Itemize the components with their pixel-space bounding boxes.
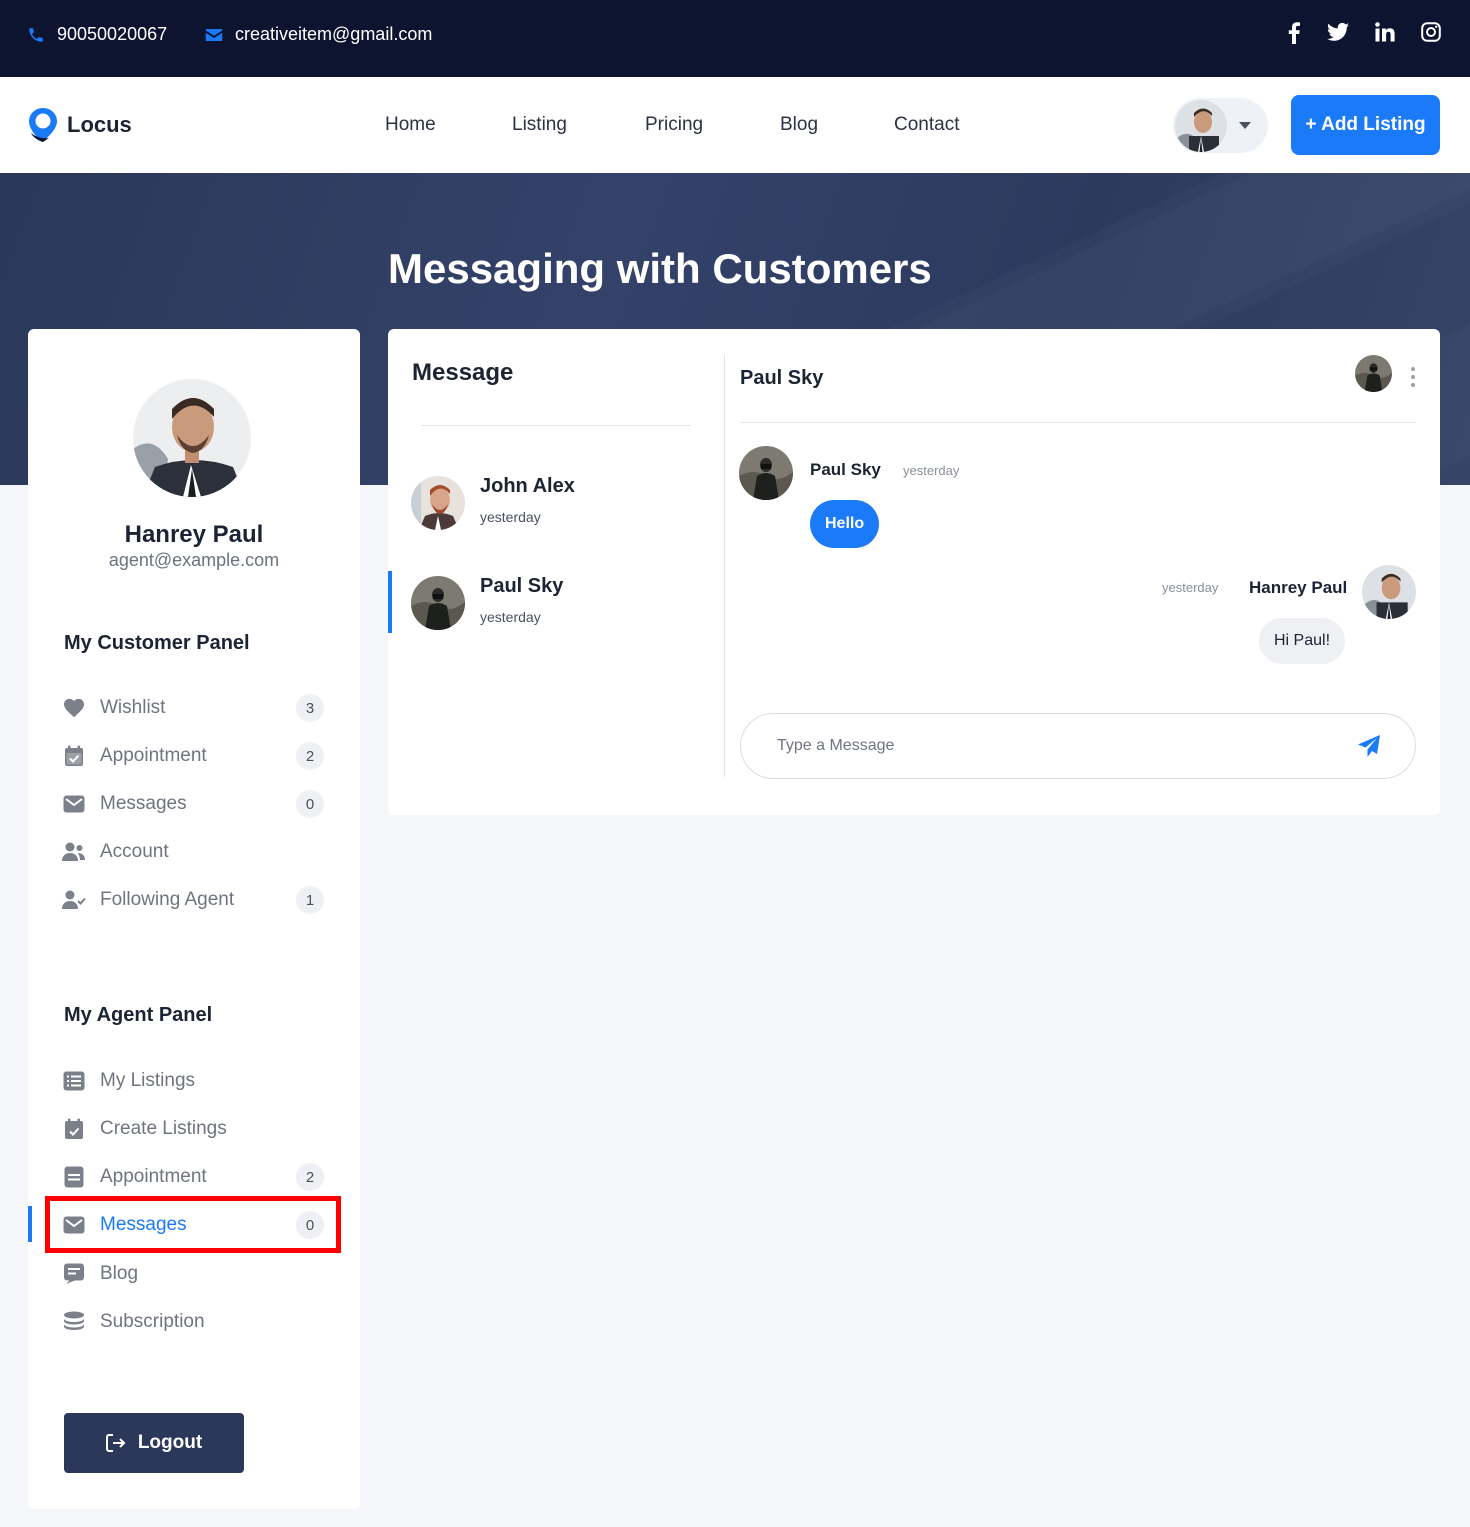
twitter-icon[interactable]	[1327, 22, 1349, 44]
sidebar-item-label: Appointment	[100, 1166, 207, 1187]
dashboard-sidebar: Hanrey Paul agent@example.com My Custome…	[28, 329, 360, 1509]
message-bubble-incoming: Hello	[810, 500, 880, 548]
contact-timestamp: yesterday	[480, 509, 541, 525]
customer-panel-title: My Customer Panel	[64, 632, 250, 654]
facebook-icon[interactable]	[1283, 22, 1305, 44]
conversation-item-active[interactable]: Paul Sky yesterday	[388, 571, 718, 633]
envelope-icon	[205, 28, 223, 41]
heart-icon	[62, 696, 86, 720]
divider	[740, 422, 1416, 423]
avatar	[1362, 565, 1416, 619]
message-bubble-outgoing: Hi Paul!	[1259, 618, 1346, 664]
add-listing-button[interactable]: + Add Listing	[1291, 95, 1440, 155]
phone-contact[interactable]: 90050020067	[27, 24, 167, 45]
sidebar-item-account[interactable]: Account	[62, 834, 324, 870]
nav-blog[interactable]: Blog	[780, 114, 818, 136]
count-badge: 3	[296, 694, 324, 722]
envelope-icon	[62, 792, 86, 816]
nav-pricing[interactable]: Pricing	[645, 114, 703, 136]
count-badge: 2	[296, 1163, 324, 1191]
messaging-card: Message John Alex yesterday Paul Sky yes…	[388, 329, 1440, 815]
main-navbar: Locus Home Listing Pricing Blog Contact …	[0, 77, 1470, 173]
locus-logo-icon	[29, 108, 57, 142]
sidebar-item-label: Blog	[100, 1263, 139, 1284]
more-options-icon[interactable]	[1406, 367, 1420, 387]
list-icon	[62, 1069, 86, 1093]
message-input[interactable]	[777, 714, 1337, 778]
sidebar-item-blog[interactable]: Blog	[62, 1256, 324, 1292]
nav-listing[interactable]: Listing	[512, 114, 567, 136]
email-contact[interactable]: creativeitem@gmail.com	[205, 24, 432, 45]
avatar	[739, 446, 793, 500]
chevron-down-icon	[1239, 122, 1251, 129]
profile-email: agent@example.com	[108, 550, 280, 570]
send-icon[interactable]	[1357, 734, 1383, 760]
sidebar-item-label: My Listings	[100, 1070, 196, 1091]
message-timestamp: yesterday	[903, 463, 960, 478]
calendar-check-icon	[62, 1117, 86, 1141]
sidebar-item-label: Following Agent	[100, 889, 235, 910]
phone-icon	[29, 27, 43, 42]
page-title: Messaging with Customers	[388, 245, 932, 292]
profile-name: Hanrey Paul	[124, 521, 264, 548]
sidebar-item-label: Create Listings	[100, 1118, 227, 1139]
sidebar-item-label: Messages	[100, 793, 187, 814]
message-composer	[740, 713, 1416, 779]
conversations-heading: Message	[412, 359, 514, 386]
message-sender: Hanrey Paul	[1249, 578, 1348, 597]
top-bar: 90050020067 creativeitem@gmail.com	[0, 0, 1470, 77]
sidebar-item-label: Appointment	[100, 745, 207, 766]
agent-panel-title: My Agent Panel	[64, 1004, 213, 1026]
profile-avatar	[133, 379, 251, 497]
count-badge: 2	[296, 742, 324, 770]
logo-text: Locus	[67, 112, 132, 137]
conversation-item[interactable]: John Alex yesterday	[388, 471, 718, 533]
avatar	[1355, 355, 1392, 392]
sidebar-item-following-agent[interactable]: Following Agent 1	[62, 882, 324, 918]
coins-icon	[62, 1310, 86, 1334]
sidebar-item-label: Subscription	[100, 1311, 205, 1332]
sidebar-item-messages[interactable]: Messages 0	[62, 786, 324, 822]
avatar	[411, 576, 465, 630]
logout-label: Logout	[137, 1432, 203, 1453]
note-icon	[62, 1165, 86, 1189]
contact-name: John Alex	[480, 475, 575, 497]
linkedin-icon[interactable]	[1374, 22, 1396, 44]
email-address: creativeitem@gmail.com	[235, 24, 433, 44]
site-logo[interactable]: Locus	[27, 107, 132, 143]
sidebar-item-label: Account	[100, 841, 169, 862]
avatar	[1175, 100, 1227, 152]
phone-number: 90050020067	[57, 24, 168, 44]
nav-contact[interactable]: Contact	[894, 114, 959, 136]
message-timestamp: yesterday	[1162, 580, 1219, 595]
users-icon	[62, 840, 86, 864]
active-indicator	[388, 571, 392, 633]
chat-recipient-name: Paul Sky	[740, 367, 824, 389]
sidebar-item-agent-appointment[interactable]: Appointment 2	[62, 1159, 324, 1195]
contact-timestamp: yesterday	[480, 609, 541, 625]
active-indicator	[28, 1206, 32, 1242]
sidebar-item-label: Wishlist	[100, 697, 166, 718]
count-badge: 1	[296, 886, 324, 914]
calendar-check-icon	[62, 744, 86, 768]
nav-home[interactable]: Home	[385, 114, 436, 136]
message-sender: Paul Sky	[810, 460, 881, 479]
blog-icon	[62, 1262, 86, 1286]
sidebar-item-wishlist[interactable]: Wishlist 3	[62, 690, 324, 726]
sidebar-item-my-listings[interactable]: My Listings	[62, 1063, 324, 1099]
highlight-box	[45, 1196, 341, 1253]
instagram-icon[interactable]	[1420, 22, 1442, 44]
divider	[421, 425, 691, 426]
sidebar-item-create-listings[interactable]: Create Listings	[62, 1111, 324, 1147]
user-check-icon	[62, 888, 86, 912]
divider	[724, 355, 725, 777]
count-badge: 0	[296, 790, 324, 818]
logout-icon	[105, 1434, 126, 1452]
avatar	[411, 476, 465, 530]
logout-button[interactable]: Logout	[64, 1413, 244, 1473]
sidebar-item-appointment[interactable]: Appointment 2	[62, 738, 324, 774]
sidebar-item-subscription[interactable]: Subscription	[62, 1304, 324, 1340]
contact-name: Paul Sky	[480, 575, 564, 597]
user-menu-toggle[interactable]	[1173, 98, 1268, 153]
